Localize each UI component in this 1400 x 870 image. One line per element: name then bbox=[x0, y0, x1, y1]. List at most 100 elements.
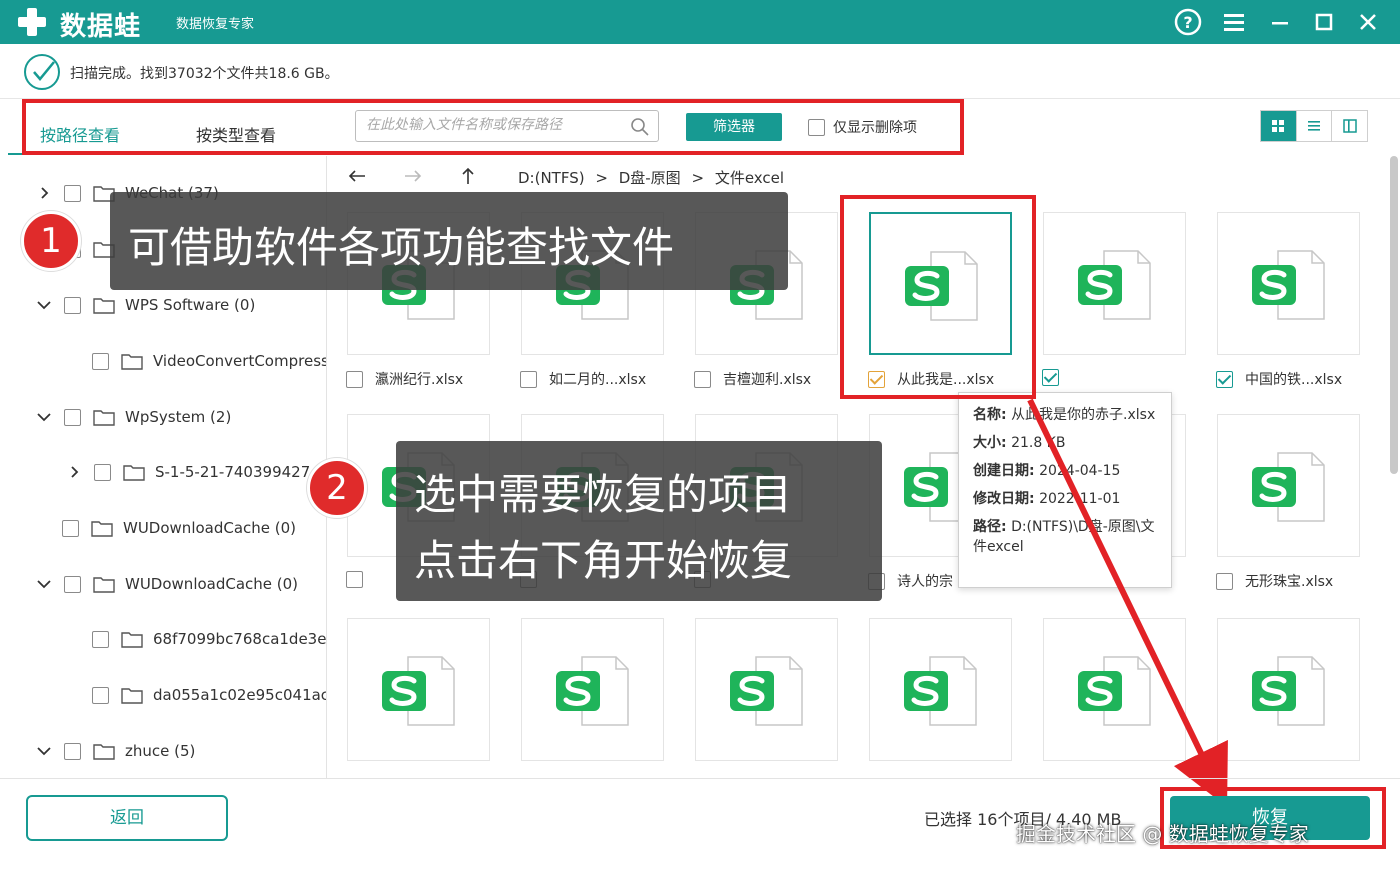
step-badge-1: 1 bbox=[21, 211, 81, 271]
file-card[interactable] bbox=[1217, 618, 1360, 761]
file-label[interactable]: 瀛洲纪行.xlsx bbox=[346, 369, 463, 389]
list-view-icon[interactable] bbox=[1297, 111, 1333, 141]
chevron-down-icon[interactable] bbox=[36, 409, 52, 425]
file-card[interactable] bbox=[695, 618, 838, 761]
file-card[interactable] bbox=[1043, 618, 1186, 761]
tooltip-path-key: 路径: bbox=[973, 519, 1007, 535]
maximize-icon[interactable] bbox=[1308, 6, 1340, 38]
watermark: 掘金技术社区 @ 数据蛙恢复专家 bbox=[1016, 822, 1309, 846]
scan-status-text: 扫描完成。找到37032个文件共18.6 GB。 bbox=[70, 66, 339, 82]
selected-file-highlight-box bbox=[840, 195, 1036, 399]
tree-checkbox[interactable] bbox=[92, 352, 109, 370]
excel-file-icon bbox=[1252, 452, 1325, 522]
folder-icon bbox=[93, 410, 115, 426]
file-label[interactable] bbox=[346, 571, 375, 588]
tree-item-label: 68f7099bc768ca1de3e bbox=[153, 630, 326, 648]
excel-file-icon bbox=[1252, 656, 1325, 726]
breadcrumb-item[interactable]: 文件excel bbox=[715, 169, 784, 187]
tree-checkbox[interactable] bbox=[64, 296, 81, 314]
step-badge-2: 2 bbox=[307, 458, 367, 518]
back-button[interactable]: 返回 bbox=[26, 795, 228, 841]
back-arrow-icon[interactable] bbox=[346, 165, 368, 187]
close-icon[interactable] bbox=[1352, 6, 1384, 38]
detail-view-icon[interactable] bbox=[1332, 111, 1367, 141]
tip-text-1: 可借助软件各项功能查找文件 bbox=[128, 223, 675, 272]
scrollbar[interactable] bbox=[1390, 156, 1398, 474]
tree-checkbox[interactable] bbox=[64, 575, 81, 593]
tree-checkbox[interactable] bbox=[94, 463, 111, 481]
file-card[interactable] bbox=[521, 618, 664, 761]
svg-text:?: ? bbox=[1183, 13, 1192, 32]
file-card[interactable] bbox=[1217, 212, 1360, 355]
file-card[interactable] bbox=[1043, 212, 1186, 355]
file-checkbox[interactable] bbox=[520, 370, 537, 388]
file-name: 诗人的宗 bbox=[897, 574, 953, 590]
file-card[interactable] bbox=[347, 618, 490, 761]
tree-item[interactable]: da055a1c02e95c041ac bbox=[92, 682, 326, 708]
tree-item[interactable]: WPS Software (0) bbox=[36, 292, 255, 318]
folder-icon bbox=[93, 298, 115, 314]
tree-item[interactable]: 68f7099bc768ca1de3e bbox=[92, 626, 326, 652]
tooltip-size-value: 21.8 KB bbox=[1011, 435, 1066, 451]
excel-file-icon bbox=[1252, 250, 1325, 320]
tree-item[interactable]: WUDownloadCache (0) bbox=[36, 571, 298, 597]
file-checkbox[interactable] bbox=[1216, 572, 1233, 590]
minimize-icon[interactable] bbox=[1264, 6, 1296, 38]
forward-arrow-icon[interactable] bbox=[402, 165, 424, 187]
toolbar-highlight-box bbox=[22, 99, 964, 155]
tree-item-label: da055a1c02e95c041ac bbox=[153, 686, 326, 704]
tree-checkbox[interactable] bbox=[64, 184, 81, 202]
breadcrumb-item[interactable]: D盘-原图 bbox=[619, 169, 681, 187]
tip-text-2-line2: 点击右下角开始恢复 bbox=[414, 536, 793, 585]
file-label[interactable]: 无形珠宝.xlsx bbox=[1216, 571, 1333, 591]
folder-icon bbox=[123, 465, 145, 481]
tip-banner-1: 可借助软件各项功能查找文件 bbox=[110, 192, 788, 290]
file-card[interactable] bbox=[869, 618, 1012, 761]
breadcrumb-separator: > bbox=[595, 169, 608, 187]
folder-icon bbox=[121, 632, 143, 648]
file-name: 中国的铁...xlsx bbox=[1245, 372, 1343, 388]
tree-checkbox[interactable] bbox=[92, 686, 109, 704]
file-name: 无形珠宝.xlsx bbox=[1245, 574, 1334, 590]
chevron-right-icon[interactable] bbox=[36, 185, 52, 201]
file-label[interactable]: 吉檀迦利.xlsx bbox=[694, 369, 811, 389]
file-checkbox[interactable] bbox=[346, 571, 363, 588]
chevron-right-icon[interactable] bbox=[66, 464, 82, 480]
tree-item[interactable]: WpSystem (2) bbox=[36, 404, 231, 430]
tree-item[interactable]: VideoConvertCompress bbox=[92, 348, 326, 374]
tooltip-modified-key: 修改日期: bbox=[973, 491, 1035, 507]
excel-file-icon bbox=[556, 656, 629, 726]
tree-item-label: zhuce (5) bbox=[125, 742, 196, 760]
tree-checkbox[interactable] bbox=[92, 630, 109, 648]
grid-view-icon[interactable] bbox=[1261, 111, 1297, 141]
menu-icon[interactable] bbox=[1218, 6, 1250, 38]
tree-item[interactable]: WUDownloadCache (0) bbox=[62, 515, 296, 541]
file-label[interactable]: 中国的铁...xlsx bbox=[1216, 369, 1342, 389]
file-checkbox[interactable] bbox=[1216, 370, 1233, 388]
tree-checkbox[interactable] bbox=[64, 742, 81, 760]
tooltip-created-value: 2024-04-15 bbox=[1039, 463, 1121, 479]
app-subtitle: 数据恢复专家 bbox=[176, 17, 255, 32]
folder-icon bbox=[93, 577, 115, 593]
file-checkbox[interactable] bbox=[1042, 369, 1059, 386]
file-card[interactable] bbox=[1217, 414, 1360, 557]
chevron-down-icon[interactable] bbox=[36, 576, 52, 592]
tooltip-modified-value: 2022-11-01 bbox=[1039, 491, 1121, 507]
chevron-down-icon[interactable] bbox=[36, 297, 52, 313]
file-checkbox[interactable] bbox=[346, 370, 363, 388]
tree-checkbox[interactable] bbox=[62, 519, 79, 537]
tree-item-label: WUDownloadCache (0) bbox=[123, 519, 297, 537]
folder-icon bbox=[121, 688, 143, 704]
file-label[interactable] bbox=[1042, 369, 1071, 386]
tree-item-label: WUDownloadCache (0) bbox=[125, 575, 299, 593]
file-label[interactable]: 如二月的...xlsx bbox=[520, 369, 646, 389]
help-icon[interactable]: ? bbox=[1172, 6, 1204, 38]
chevron-down-icon[interactable] bbox=[36, 743, 52, 759]
title-bar: 数据蛙 数据恢复专家 ? bbox=[0, 0, 1400, 44]
tree-item[interactable]: S-1-5-21-740399427 bbox=[66, 459, 310, 485]
file-checkbox[interactable] bbox=[694, 370, 711, 388]
up-arrow-icon[interactable] bbox=[457, 165, 479, 187]
tree-checkbox[interactable] bbox=[64, 408, 81, 426]
tree-item[interactable]: zhuce (5) bbox=[36, 738, 195, 764]
breadcrumb-item[interactable]: D:(NTFS) bbox=[518, 169, 585, 187]
